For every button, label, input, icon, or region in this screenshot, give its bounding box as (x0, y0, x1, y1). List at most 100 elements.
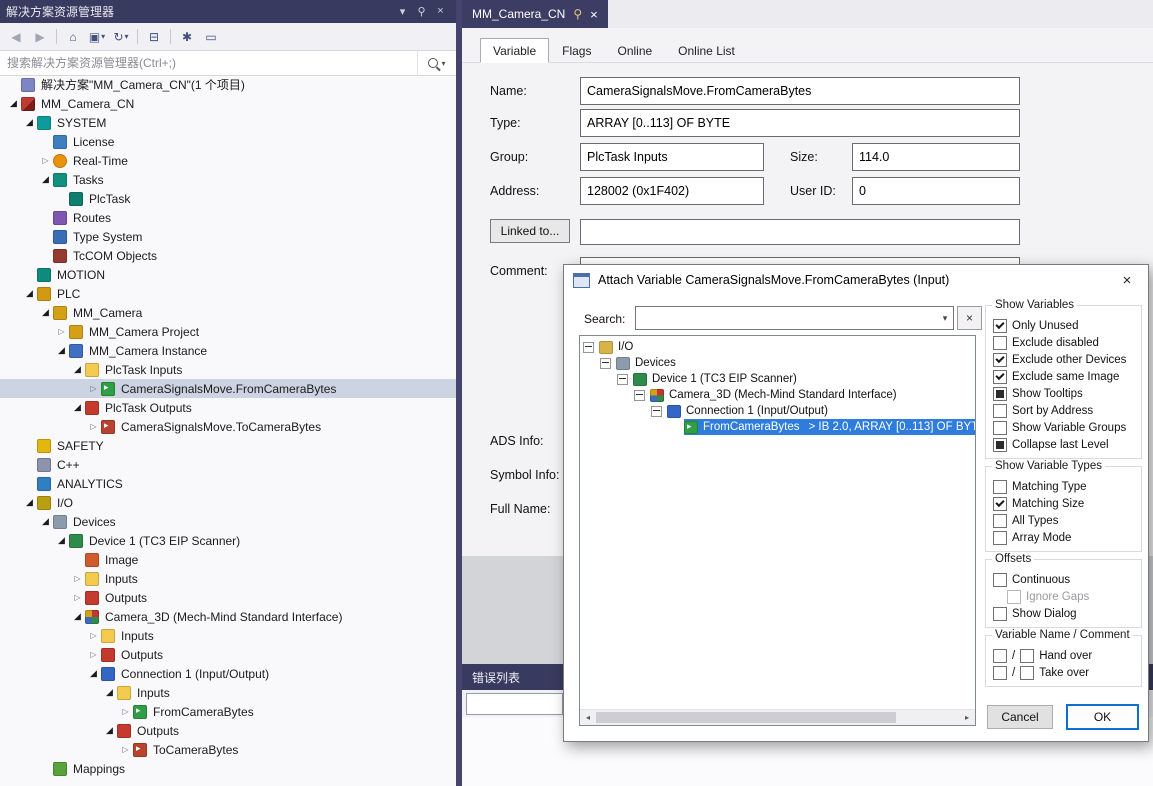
collapse-arrow-icon[interactable]: ◢ (70, 612, 85, 621)
tree-item-devices[interactable]: ◢Devices (0, 512, 456, 531)
collapse-arrow-icon[interactable]: ◢ (102, 688, 117, 697)
tree-item-type-system[interactable]: Type System (0, 227, 456, 246)
tree-item-camera-3d-mech-mind-standard-interface[interactable]: ◢Camera_3D (Mech-Mind Standard Interface… (0, 607, 456, 626)
expand-arrow-icon[interactable]: ▷ (86, 423, 101, 431)
tree-item-outputs[interactable]: ◢Outputs (0, 721, 456, 740)
tree-item-mm-camera-cn-1[interactable]: 解决方案"MM_Camera_CN"(1 个项目) (0, 75, 456, 94)
collapse-arrow-icon[interactable]: ◢ (70, 403, 85, 412)
collapse-arrow-icon[interactable]: ◢ (70, 365, 85, 374)
collapse-arrow-icon[interactable]: ◢ (38, 308, 53, 317)
dialog-close-icon[interactable]: × (1106, 265, 1148, 295)
nav-forward-button[interactable]: ▶ (28, 26, 52, 48)
expand-arrow-icon[interactable]: ▷ (86, 651, 101, 659)
collapse-all-button[interactable]: ⊟ (142, 26, 166, 48)
expand-arrow-icon[interactable]: ▷ (86, 385, 101, 393)
checkbox-array-mode[interactable] (993, 531, 1007, 545)
tab-variable[interactable]: Variable (480, 38, 549, 63)
search-options-button[interactable]: ▾ (417, 51, 456, 75)
tree-item-mm-camera-instance[interactable]: ◢MM_Camera Instance (0, 341, 456, 360)
checkbox-hand-over[interactable] (1020, 649, 1034, 663)
tree-item-mm-camera-project[interactable]: ▷MM_Camera Project (0, 322, 456, 341)
dialog-tree-item-devices[interactable]: Devices (580, 355, 975, 371)
collapse-box-icon[interactable] (634, 390, 645, 401)
tree-item-device-1-tc3-eip-scanner[interactable]: ◢Device 1 (TC3 EIP Scanner) (0, 531, 456, 550)
expand-arrow-icon[interactable]: ▷ (38, 157, 53, 165)
expand-arrow-icon[interactable]: ▷ (70, 594, 85, 602)
tree-item-c[interactable]: C++ (0, 455, 456, 474)
checkbox-sort-by-address[interactable] (993, 404, 1007, 418)
collapse-box-icon[interactable] (651, 406, 662, 417)
tree-item-camerasignalsmove-tocamerabytes[interactable]: ▷CameraSignalsMove.ToCameraBytes (0, 417, 456, 436)
home-button[interactable]: ⌂ (61, 26, 85, 48)
tree-item-tccom-objects[interactable]: TcCOM Objects (0, 246, 456, 265)
user-id-field[interactable] (852, 177, 1020, 205)
tree-item-i-o[interactable]: ◢I/O (0, 493, 456, 512)
checkbox-all-types[interactable] (993, 514, 1007, 528)
expand-arrow-icon[interactable]: ▷ (118, 746, 133, 754)
collapse-box-icon[interactable] (617, 374, 628, 385)
nav-back-button[interactable]: ◀ (4, 26, 28, 48)
tree-item-connection-1-input-output[interactable]: ◢Connection 1 (Input/Output) (0, 664, 456, 683)
checkbox-exclude-disabled[interactable] (993, 336, 1007, 350)
checkbox-show-tooltips[interactable] (993, 387, 1007, 401)
tree-item-mm-camera[interactable]: ◢MM_Camera (0, 303, 456, 322)
clear-search-button[interactable]: × (957, 306, 982, 330)
checkbox-show-variable-groups[interactable] (993, 421, 1007, 435)
tree-item-tasks[interactable]: ◢Tasks (0, 170, 456, 189)
collapse-arrow-icon[interactable]: ◢ (86, 669, 101, 678)
expand-arrow-icon[interactable]: ▷ (118, 708, 133, 716)
collapse-arrow-icon[interactable]: ◢ (54, 536, 69, 545)
tree-item-inputs[interactable]: ▷Inputs (0, 569, 456, 588)
collapse-box-icon[interactable] (583, 342, 594, 353)
checkbox-hand-over[interactable] (993, 649, 1007, 663)
chevron-down-icon[interactable]: ▾ (937, 313, 953, 324)
scroll-right-icon[interactable]: ▸ (959, 710, 975, 725)
address-field[interactable] (580, 177, 764, 205)
collapse-arrow-icon[interactable]: ◢ (6, 99, 21, 108)
name-field[interactable] (580, 77, 1020, 105)
expand-arrow-icon[interactable]: ▷ (54, 328, 69, 336)
window-position-caret-icon[interactable]: ▾ (393, 5, 412, 18)
collapse-arrow-icon[interactable]: ◢ (22, 498, 37, 507)
tree-item-outputs[interactable]: ▷Outputs (0, 645, 456, 664)
collapse-arrow-icon[interactable]: ◢ (38, 517, 53, 526)
tree-item-plc[interactable]: ◢PLC (0, 284, 456, 303)
checkbox-matching-type[interactable] (993, 480, 1007, 494)
checkbox-exclude-other-devices[interactable] (993, 353, 1007, 367)
tree-item-outputs[interactable]: ▷Outputs (0, 588, 456, 607)
document-tab[interactable]: MM_Camera_CN ⚲ × (462, 0, 608, 28)
tab-online[interactable]: Online (604, 38, 665, 63)
tree-item-system[interactable]: ◢SYSTEM (0, 113, 456, 132)
dialog-search-input[interactable] (636, 311, 937, 325)
tree-item-mappings[interactable]: Mappings (0, 759, 456, 778)
close-icon[interactable]: × (590, 7, 598, 22)
tree-item-license[interactable]: License (0, 132, 456, 151)
properties-button[interactable]: ✱ (175, 26, 199, 48)
tree-item-plctask-inputs[interactable]: ◢PlcTask Inputs (0, 360, 456, 379)
dialog-tree-item-device-1-tc3-eip-scanner[interactable]: Device 1 (TC3 EIP Scanner) (580, 371, 975, 387)
collapse-arrow-icon[interactable]: ◢ (54, 346, 69, 355)
tree-item-real-time[interactable]: ▷Real-Time (0, 151, 456, 170)
expand-arrow-icon[interactable]: ▷ (70, 575, 85, 583)
pin-panel-icon[interactable]: ⚲ (412, 5, 431, 18)
dialog-titlebar[interactable]: Attach Variable CameraSignalsMove.FromCa… (564, 265, 1148, 295)
scrollbar-thumb[interactable] (596, 712, 896, 723)
tree-item-tocamerabytes[interactable]: ▷ToCameraBytes (0, 740, 456, 759)
checkbox-take-over[interactable] (993, 666, 1007, 680)
ok-button[interactable]: OK (1067, 705, 1138, 729)
checkbox-exclude-same-image[interactable] (993, 370, 1007, 384)
tree-item-mm-camera-cn[interactable]: ◢MM_Camera_CN (0, 94, 456, 113)
tree-item-safety[interactable]: SAFETY (0, 436, 456, 455)
cancel-button[interactable]: Cancel (987, 705, 1053, 729)
sync-with-active-document-button[interactable]: ↻▾ (109, 26, 133, 48)
tree-item-plctask[interactable]: PlcTask (0, 189, 456, 208)
tree-item-analytics[interactable]: ANALYTICS (0, 474, 456, 493)
tree-item-fromcamerabytes[interactable]: ▷FromCameraBytes (0, 702, 456, 721)
close-panel-icon[interactable]: × (431, 5, 450, 18)
checkbox-continuous[interactable] (993, 573, 1007, 587)
collapse-box-icon[interactable] (600, 358, 611, 369)
collapse-arrow-icon[interactable]: ◢ (22, 118, 37, 127)
linked-to-field[interactable] (580, 219, 1020, 245)
tree-item-routes[interactable]: Routes (0, 208, 456, 227)
dialog-tree-item-connection-1-input-output[interactable]: Connection 1 (Input/Output) (580, 403, 975, 419)
